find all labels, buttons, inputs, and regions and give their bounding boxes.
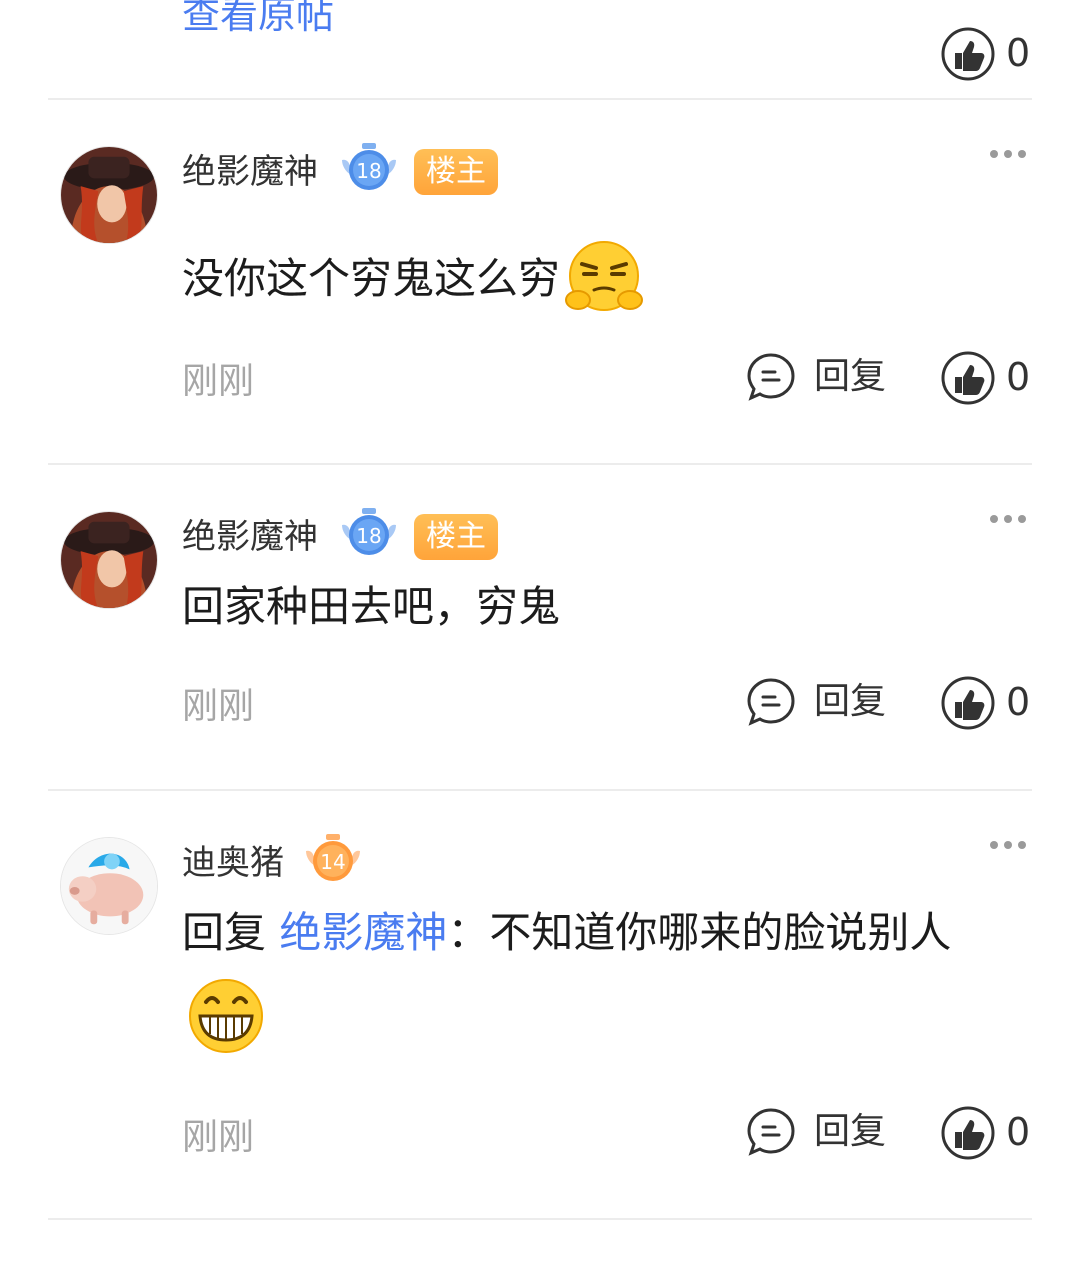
avatar-image-icon xyxy=(61,838,157,934)
comment-bubble-icon xyxy=(747,1108,795,1156)
level-badge: 18 xyxy=(338,140,400,198)
comment-item: 迪奥猪 14 回复 绝影魔神：不知道你哪来的脸说别人 刚刚 回复 0 xyxy=(0,791,1080,1219)
level-badge-icon: 18 xyxy=(342,508,396,555)
username[interactable]: 绝影魔神 xyxy=(182,150,318,194)
level-badge: 18 xyxy=(338,505,400,563)
reply-label: 回复 xyxy=(814,681,887,722)
comment-bubble-icon xyxy=(747,353,795,401)
grin-emoji-icon xyxy=(184,974,268,1058)
level-badge-icon: 18 xyxy=(342,143,396,190)
avatar[interactable] xyxy=(60,146,158,244)
comment-text: 回复 绝影魔神：不知道你哪来的脸说别人 xyxy=(182,892,1012,1058)
comment-item: 绝影魔神 18 楼主 回家种田去吧，穷鬼 刚刚 回复 0 xyxy=(0,465,1080,790)
timestamp: 刚刚 xyxy=(182,1117,255,1158)
username[interactable]: 绝影魔神 xyxy=(182,515,318,559)
owner-badge: 楼主 xyxy=(414,149,498,195)
svg-text:18: 18 xyxy=(356,159,381,183)
divider xyxy=(48,1218,1032,1220)
comment-bubble-icon xyxy=(747,678,795,726)
reply-label: 回复 xyxy=(814,356,887,397)
reply-prefix: 回复 xyxy=(182,908,267,957)
like-count: 0 xyxy=(1006,680,1031,724)
reply-label: 回复 xyxy=(814,1111,887,1152)
like-count: 0 xyxy=(1006,31,1031,75)
previous-comment-footer: 查看原帖 0 xyxy=(0,0,1080,99)
owner-badge: 楼主 xyxy=(414,514,498,560)
comment-thread: 查看原帖 0 绝影魔神 18 楼主 没你这个穷鬼这么穷 刚刚 回复 0 绝影魔神… xyxy=(0,0,1080,1281)
comment-item: 绝影魔神 18 楼主 没你这个穷鬼这么穷 刚刚 回复 0 xyxy=(0,100,1080,464)
smug-emoji-icon xyxy=(562,236,646,320)
comment-text: 回家种田去吧，穷鬼 xyxy=(182,582,561,631)
timestamp: 刚刚 xyxy=(182,686,255,727)
more-options-icon[interactable] xyxy=(986,838,1030,852)
more-options-icon[interactable] xyxy=(986,147,1030,161)
avatar-image-icon xyxy=(61,512,157,608)
mention-link[interactable]: 绝影魔神 xyxy=(279,908,447,957)
svg-text:14: 14 xyxy=(320,850,345,874)
avatar-image-icon xyxy=(61,147,157,243)
timestamp: 刚刚 xyxy=(182,361,255,402)
like-count: 0 xyxy=(1006,1110,1031,1154)
comment-text: 没你这个穷鬼这么穷 xyxy=(182,236,1012,320)
level-badge-icon: 14 xyxy=(306,834,360,881)
like-count: 0 xyxy=(1006,355,1031,399)
avatar[interactable] xyxy=(60,511,158,609)
thumbs-up-icon xyxy=(941,351,995,405)
level-badge: 14 xyxy=(302,831,364,889)
more-options-icon[interactable] xyxy=(986,512,1030,526)
thumbs-up-icon xyxy=(941,1106,995,1160)
thumbs-up-icon xyxy=(941,27,995,81)
username[interactable]: 迪奥猪 xyxy=(182,841,284,885)
thumbs-up-icon xyxy=(941,676,995,730)
svg-text:18: 18 xyxy=(356,524,381,548)
avatar[interactable] xyxy=(60,837,158,935)
view-original-link[interactable]: 查看原帖 xyxy=(182,0,334,40)
